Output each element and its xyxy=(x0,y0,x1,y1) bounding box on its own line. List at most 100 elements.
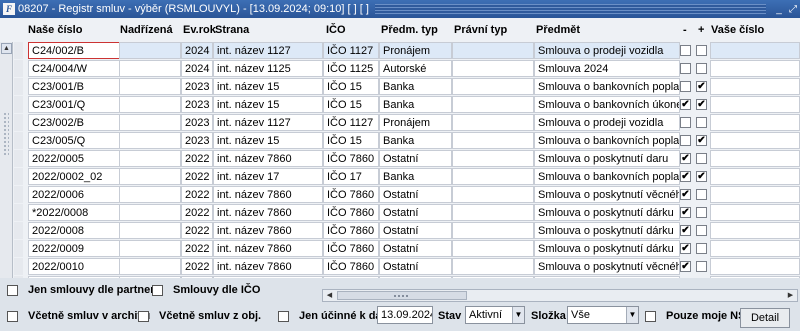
header-vase-cislo[interactable]: Vaše číslo xyxy=(711,24,764,36)
cell-nase-cislo[interactable]: 2022/0008 xyxy=(28,222,132,239)
cell-evrok[interactable]: 2024 xyxy=(181,42,213,59)
checkbox-plus[interactable] xyxy=(696,207,707,218)
checkbox-minus[interactable] xyxy=(680,81,691,92)
table-row[interactable]: 2022/0010 2022 int. název 7860 IČO 7860 Osta… xyxy=(14,258,800,276)
cell-evrok[interactable]: 2022 xyxy=(181,168,213,185)
checkbox-plus[interactable] xyxy=(696,225,707,236)
cell-predmet[interactable]: Smlouva o poskytnutí věcného daru xyxy=(534,186,680,203)
cell-nadrizena[interactable] xyxy=(119,114,181,131)
cell-pravni-typ[interactable] xyxy=(452,186,534,203)
table-row[interactable]: 2022/0006 2022 int. název 7860 IČO 7860 Osta… xyxy=(14,186,800,204)
cell-predm-typ[interactable]: Banka xyxy=(379,168,452,185)
cell-evrok[interactable]: 2022 xyxy=(181,222,213,239)
cell-nadrizena[interactable] xyxy=(119,222,181,239)
cell-nadrizena[interactable] xyxy=(119,60,181,77)
cell-pravni-typ[interactable] xyxy=(452,114,534,131)
header-predmet[interactable]: Předmět xyxy=(536,24,580,36)
cell-vase-cislo[interactable] xyxy=(710,222,800,239)
cell-predm-typ[interactable]: Banka xyxy=(379,78,452,95)
cell-strana[interactable]: int. název 15 xyxy=(213,132,323,149)
table-row[interactable]: C23/005/Q 2023 int. název 15 IČO 15 Banka Sml… xyxy=(14,132,800,150)
cell-pravni-typ[interactable] xyxy=(452,258,534,275)
checkbox-minus[interactable] xyxy=(680,45,691,56)
cell-ico[interactable]: IČO 15 xyxy=(323,96,379,113)
cell-nase-cislo[interactable]: 2022/0006 xyxy=(28,186,132,203)
cell-strana[interactable]: int. název 7860 xyxy=(213,150,323,167)
checkbox-minus[interactable] xyxy=(680,63,691,74)
checkbox-box[interactable] xyxy=(138,310,149,322)
cell-ico[interactable]: IČO 7860 xyxy=(323,150,379,167)
cell-predmet[interactable]: Smlouva o poskytnutí daru xyxy=(534,150,680,167)
cell-nadrizena[interactable] xyxy=(119,258,181,275)
cell-predmet[interactable]: Smlouva o poskytnutí dárku xyxy=(534,204,680,221)
cell-strana[interactable]: int. název 15 xyxy=(213,96,323,113)
cell-predmet[interactable]: Smlouva o bankovních úkonech xyxy=(534,96,680,113)
cell-ico[interactable]: IČO 17 xyxy=(323,168,379,185)
checkbox-box[interactable] xyxy=(645,310,656,322)
vcetne-smluv-v-archivu-checkbox[interactable]: Včetně smluv v archivu xyxy=(7,310,150,322)
row-selector[interactable] xyxy=(14,150,23,167)
header-pravni-typ[interactable]: Právní typ xyxy=(454,24,507,36)
cell-nase-cislo[interactable]: C23/005/Q xyxy=(28,132,132,149)
cell-vase-cislo[interactable] xyxy=(710,186,800,203)
cell-nadrizena[interactable] xyxy=(119,96,181,113)
cell-evrok[interactable]: 2022 xyxy=(181,150,213,167)
row-selector[interactable] xyxy=(14,132,23,149)
cell-predmet[interactable]: Smlouva 2024 xyxy=(534,60,680,77)
cell-pravni-typ[interactable] xyxy=(452,96,534,113)
cell-ico[interactable]: IČO 7860 xyxy=(323,186,379,203)
checkbox-minus[interactable]: ✔ xyxy=(680,261,691,272)
cell-nase-cislo[interactable]: 2022/0005 xyxy=(28,150,132,167)
cell-nase-cislo[interactable]: 2022/0002_02 xyxy=(28,168,132,185)
chevron-down-icon[interactable]: ▼ xyxy=(626,307,638,323)
cell-strana[interactable]: int. název 15 xyxy=(213,78,323,95)
cell-predm-typ[interactable]: Pronájem xyxy=(379,42,452,59)
cell-nase-cislo[interactable]: C23/001/B xyxy=(28,78,132,95)
header-plus[interactable]: + xyxy=(698,24,704,36)
cell-nadrizena[interactable] xyxy=(119,132,181,149)
cell-vase-cislo[interactable] xyxy=(710,60,800,77)
checkbox-box[interactable] xyxy=(7,310,18,322)
cell-evrok[interactable]: 2023 xyxy=(181,78,213,95)
cell-nase-cislo[interactable]: C23/001/Q xyxy=(28,96,132,113)
cell-predm-typ[interactable]: Ostatní xyxy=(379,240,452,257)
checkbox-plus[interactable] xyxy=(696,243,707,254)
header-evrok[interactable]: Ev.rok xyxy=(183,24,216,36)
slozka-select[interactable]: Vše ▼ xyxy=(567,306,639,324)
header-strana[interactable]: Strana xyxy=(215,24,249,36)
cell-evrok[interactable]: 2022 xyxy=(181,204,213,221)
table-row[interactable]: *2022/0008 2022 int. název 7860 IČO 7860 Ost… xyxy=(14,204,800,222)
scroll-thumb[interactable] xyxy=(3,112,9,156)
cell-ico[interactable]: IČO 1125 xyxy=(323,60,379,77)
cell-predm-typ[interactable]: Autorské xyxy=(379,60,452,77)
checkbox-minus[interactable]: ✔ xyxy=(680,171,691,182)
cell-pravni-typ[interactable] xyxy=(452,240,534,257)
cell-ico[interactable]: IČO 15 xyxy=(323,78,379,95)
cell-predmet[interactable]: Smlouva o bankovních poplatcích xyxy=(534,168,680,185)
cell-nase-cislo[interactable]: 2022/0009 xyxy=(28,240,132,257)
cell-nadrizena[interactable] xyxy=(119,204,181,221)
jen-smlouvy-dle-partnera-checkbox[interactable]: Jen smlouvy dle partnera xyxy=(7,284,161,296)
row-selector[interactable] xyxy=(14,222,23,239)
cell-evrok[interactable]: 2022 xyxy=(181,240,213,257)
checkbox-plus[interactable] xyxy=(696,117,707,128)
checkbox-box[interactable] xyxy=(152,284,163,296)
checkbox-plus[interactable] xyxy=(696,189,707,200)
cell-predm-typ[interactable]: Ostatní xyxy=(379,258,452,275)
cell-vase-cislo[interactable] xyxy=(710,132,800,149)
checkbox-plus[interactable] xyxy=(696,45,707,56)
cell-evrok[interactable]: 2022 xyxy=(181,258,213,275)
checkbox-box[interactable] xyxy=(278,310,289,322)
checkbox-plus[interactable]: ✔ xyxy=(696,81,707,92)
table-row[interactable]: 2022/0008 2022 int. název 7860 IČO 7860 Osta… xyxy=(14,222,800,240)
row-selector[interactable] xyxy=(14,96,23,113)
cell-nase-cislo[interactable]: 2022/0010 xyxy=(28,258,132,275)
table-row[interactable]: 2022/0002_02 2022 int. název 17 IČO 17 Banka… xyxy=(14,168,800,186)
checkbox-plus[interactable]: ✔ xyxy=(696,99,707,110)
cell-predmet[interactable]: Smlouva o prodeji vozidla xyxy=(534,42,680,59)
detail-button[interactable]: Detail xyxy=(740,308,790,328)
checkbox-minus[interactable]: ✔ xyxy=(680,225,691,236)
scroll-up-icon[interactable]: ▲ xyxy=(1,43,12,54)
checkbox-minus[interactable] xyxy=(680,117,691,128)
table-row[interactable]: C24/004/W 2024 int. název 1125 IČO 1125 Auto… xyxy=(14,60,800,78)
